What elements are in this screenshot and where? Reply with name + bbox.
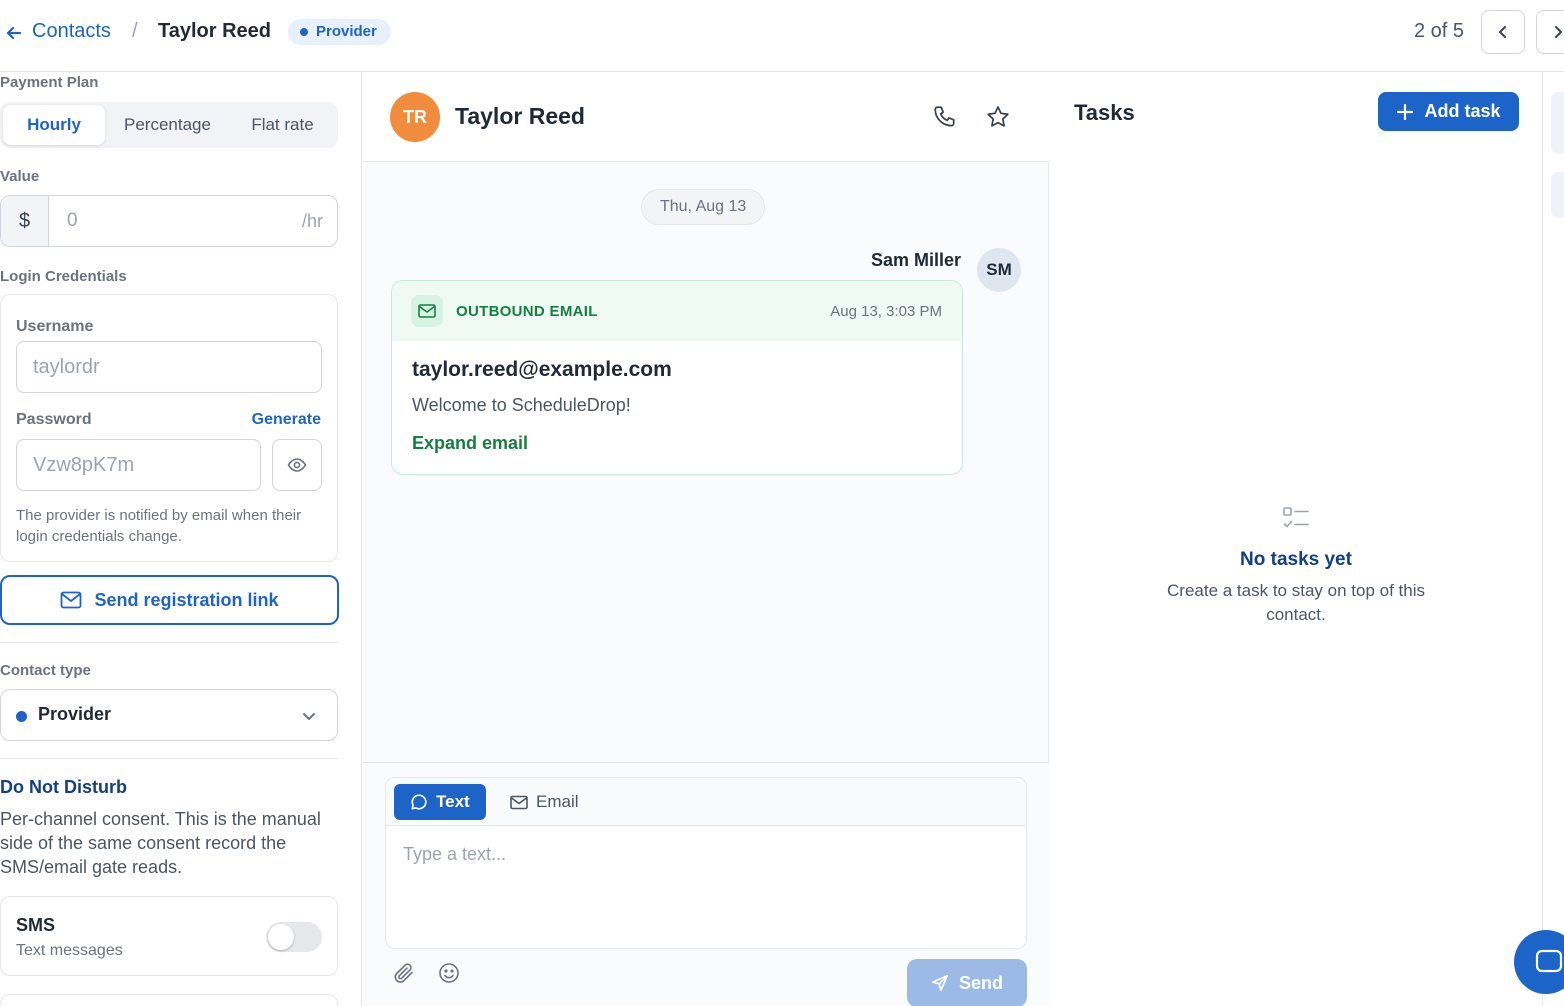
password-field[interactable]: Vzw8pK7m: [16, 439, 261, 491]
send-button[interactable]: Send: [907, 959, 1027, 1006]
breadcrumb-separator: /: [132, 20, 138, 42]
chevron-left-icon: [1494, 23, 1512, 41]
value-field[interactable]: $ 0 /hr: [0, 195, 338, 247]
composer-tabs: Text Email: [386, 778, 1026, 826]
message-composer: Text Email Type a text...: [385, 777, 1027, 949]
password-label: Password: [16, 411, 92, 428]
send-label: Send: [958, 972, 1003, 993]
plus-icon: [1396, 103, 1414, 121]
badge-label: Provider: [316, 23, 377, 40]
email-card-header: OUTBOUND EMAIL Aug 13, 3:03 PM: [392, 281, 962, 341]
tab-email-label: Email: [536, 792, 579, 811]
paperclip-icon[interactable]: [392, 961, 416, 985]
sms-toggle[interactable]: [266, 922, 322, 952]
value-label: Value: [0, 168, 40, 185]
section-divider: [0, 758, 338, 759]
login-credentials-label: Login Credentials: [0, 268, 127, 285]
sms-subtitle: Text messages: [16, 942, 123, 959]
payment-plan-label: Payment Plan: [0, 74, 99, 91]
payment-plan-percentage[interactable]: Percentage: [109, 105, 226, 145]
email-kind-label: OUTBOUND EMAIL: [456, 303, 598, 320]
mail-icon: [60, 591, 82, 609]
next-contact-button[interactable]: [1536, 10, 1564, 54]
tab-email[interactable]: Email: [494, 784, 595, 820]
email-subject: Welcome to ScheduleDrop!: [412, 395, 631, 415]
message-input[interactable]: Type a text...: [403, 844, 506, 865]
arrow-left-icon[interactable]: [4, 23, 24, 43]
top-bar: Contacts / Taylor Reed Provider 2 of 5: [0, 0, 1564, 72]
mail-icon: [411, 295, 443, 327]
username-field[interactable]: taylordr: [16, 341, 322, 393]
generate-password-link[interactable]: Generate: [252, 411, 321, 429]
payment-plan-hourly[interactable]: Hourly: [3, 105, 105, 145]
rail-tab[interactable]: [1551, 92, 1564, 154]
send-icon: [931, 974, 949, 992]
payment-plan-flat-rate[interactable]: Flat rate: [230, 105, 335, 145]
star-icon[interactable]: [985, 104, 1011, 130]
composer-area: Text Email Type a text... Send: [363, 762, 1049, 1006]
expand-email-link[interactable]: Expand email: [412, 433, 528, 454]
contact-type-select[interactable]: Provider: [0, 689, 338, 741]
previous-contact-button[interactable]: [1481, 10, 1525, 54]
right-rail: [1542, 72, 1564, 1006]
sms-title: SMS: [16, 915, 56, 935]
breadcrumb-contacts-link[interactable]: Contacts: [32, 20, 111, 43]
no-tasks-title: No tasks yet: [1240, 549, 1352, 570]
value-input[interactable]: 0: [67, 196, 78, 246]
sender-avatar: SM: [977, 248, 1021, 292]
sender-name: Sam Miller: [870, 250, 961, 270]
tasks-title: Tasks: [1074, 100, 1135, 125]
contact-type-dot: [16, 711, 27, 722]
credentials-hint: The provider is notified by email when t…: [16, 507, 302, 545]
contact-details-panel: Payment Plan Hourly Percentage Flat rate…: [0, 72, 362, 1006]
mail-icon: [510, 795, 528, 810]
login-credentials-card: Username taylordr Password Generate Vzw8…: [0, 294, 338, 562]
sms-consent-card: SMS Text messages: [0, 896, 338, 976]
email-timestamp: Aug 13, 3:03 PM: [830, 303, 942, 320]
next-consent-card: [0, 994, 338, 1006]
username-label: Username: [16, 318, 94, 335]
email-recipient: taylor.reed@example.com: [412, 358, 672, 381]
contact-type-label: Contact type: [0, 662, 91, 679]
send-registration-link-button[interactable]: Send registration link: [0, 575, 339, 625]
emoji-icon[interactable]: [437, 961, 461, 985]
toggle-knob: [268, 924, 294, 950]
pager-text: 2 of 5: [1414, 20, 1465, 42]
send-registration-link-label: Send registration link: [94, 589, 279, 610]
contact-type-value: Provider: [38, 704, 112, 724]
section-divider: [0, 642, 338, 643]
conversation-header: TR Taylor Reed: [363, 72, 1049, 162]
chevron-down-icon: [299, 706, 319, 726]
chat-icon: [1534, 947, 1564, 977]
checklist-icon: [1281, 504, 1311, 534]
currency-prefix: $: [1, 196, 49, 246]
badge-dot: [300, 28, 308, 36]
tab-text[interactable]: Text: [394, 784, 486, 820]
conversation-contact-name: Taylor Reed: [455, 103, 585, 129]
outbound-email-card: OUTBOUND EMAIL Aug 13, 3:03 PM taylor.re…: [391, 280, 963, 475]
chevron-right-icon: [1549, 23, 1564, 41]
rate-suffix: /hr: [301, 211, 323, 231]
no-tasks-description: Create a task to stay on top of this con…: [1167, 581, 1425, 624]
contact-avatar: TR: [390, 92, 440, 142]
eye-icon: [287, 455, 307, 475]
chat-bubble-icon: [410, 793, 428, 811]
do-not-disturb-title: Do Not Disturb: [0, 777, 127, 797]
contact-type-badge: Provider: [288, 19, 391, 45]
add-task-button[interactable]: Add task: [1378, 92, 1519, 131]
show-password-button[interactable]: [272, 439, 322, 491]
tab-text-label: Text: [436, 792, 470, 811]
date-divider: Thu, Aug 13: [641, 189, 766, 225]
do-not-disturb-description: Per-channel consent. This is the manual …: [0, 809, 321, 877]
phone-icon[interactable]: [932, 104, 958, 130]
payment-plan-segmented-control: Hourly Percentage Flat rate: [0, 102, 338, 148]
rail-tab[interactable]: [1551, 172, 1564, 218]
add-task-label: Add task: [1424, 101, 1501, 121]
conversation-panel: TR Taylor Reed Thu, Aug 13 Sam Miller SM…: [363, 72, 1049, 1006]
tasks-panel: Tasks Add task No tasks yet Create a tas…: [1050, 72, 1542, 1006]
breadcrumb-current: Taylor Reed: [158, 20, 271, 42]
